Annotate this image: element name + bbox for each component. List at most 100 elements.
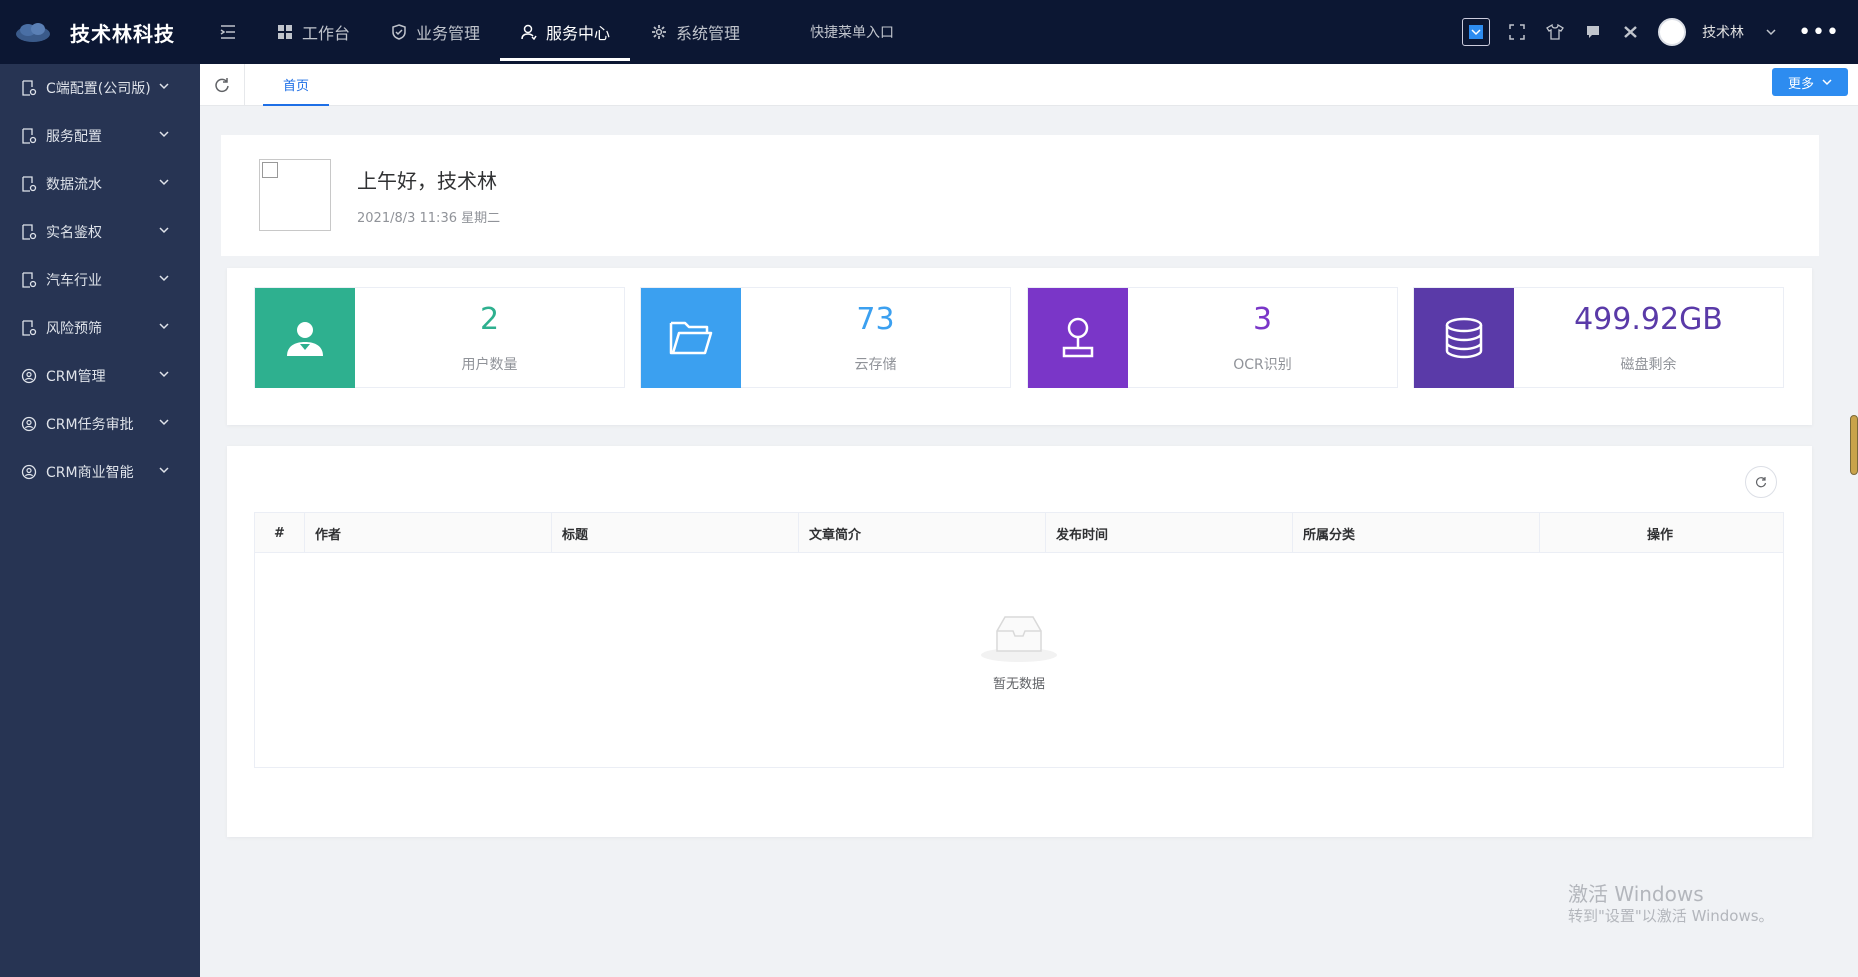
- cloud-logo-icon: [16, 23, 50, 42]
- tools-icon[interactable]: [1620, 21, 1642, 43]
- sidebar-item-label: 实名鉴权: [46, 225, 102, 241]
- theme-shirt-icon[interactable]: [1544, 21, 1566, 43]
- sidebar-item-risk-screening[interactable]: 风险预筛: [0, 304, 200, 352]
- topnav-label: 工作台: [302, 24, 351, 43]
- scrollbar-thumb[interactable]: [1850, 415, 1858, 475]
- more-button-label: 更多: [1787, 76, 1814, 92]
- welcome-card: 上午好，技术林 2021/8/3 11:36 星期二: [221, 135, 1819, 256]
- refresh-icon[interactable]: [200, 63, 245, 106]
- stats-card: 2 用户数量 73 云存储 3 OCR识别 499.92GB 磁盘剩余: [227, 268, 1812, 425]
- column-header-category[interactable]: 所属分类: [1293, 513, 1540, 553]
- empty-text: 暂无数据: [992, 677, 1045, 692]
- avatar[interactable]: [1658, 18, 1687, 46]
- user-service-icon: [520, 23, 538, 41]
- topnav-system[interactable]: 系统管理: [630, 0, 760, 64]
- table-card: # 作者 标题 文章简介 发布时间 所属分类 操作 暂无数据: [227, 446, 1812, 837]
- chevron-down-icon[interactable]: [1760, 21, 1782, 43]
- stat-label: 用户数量: [461, 357, 518, 373]
- stat-label: 云存储: [854, 357, 897, 373]
- sidebar-item-data-flow[interactable]: 数据流水: [0, 160, 200, 208]
- topnav-service-center[interactable]: 服务中心: [500, 0, 631, 64]
- sidebar: C端配置(公司版) 服务配置 数据流水 实名鉴权 汽车行业 风险预筛 CRM管理…: [0, 64, 200, 977]
- windows-activation-hint: 转到"设置"以激活 Windows。: [1568, 907, 1774, 925]
- database-icon: [1414, 288, 1514, 388]
- sidebar-item-crm-bi[interactable]: CRM商业智能: [0, 448, 200, 496]
- joystick-icon: [1028, 288, 1128, 388]
- column-header-actions[interactable]: 操作: [1540, 513, 1780, 553]
- brand[interactable]: 技术林科技: [0, 0, 200, 64]
- crm-icon: [20, 367, 38, 385]
- column-header-author[interactable]: 作者: [305, 513, 552, 553]
- more-button[interactable]: 更多: [1772, 68, 1848, 96]
- column-header-summary[interactable]: 文章简介: [799, 513, 1046, 553]
- app-title: 技术林科技: [70, 21, 175, 46]
- document-gear-icon: [20, 271, 38, 289]
- top-nav: 工作台 业务管理 服务中心 系统管理: [256, 0, 760, 64]
- stat-label: 磁盘剩余: [1620, 357, 1677, 373]
- column-header-title[interactable]: 标题: [552, 513, 799, 553]
- gear-icon: [650, 23, 668, 41]
- broken-image: [259, 159, 331, 231]
- crm-icon: [20, 415, 38, 433]
- sidebar-item-label: C端配置(公司版): [46, 81, 151, 97]
- datetime: 2021/8/3 11:36 星期二: [357, 211, 501, 226]
- chevron-down-icon: [159, 179, 169, 186]
- sidebar-item-real-name-auth[interactable]: 实名鉴权: [0, 208, 200, 256]
- chevron-down-icon: [159, 83, 169, 90]
- stat-cloud-storage[interactable]: 73 云存储: [640, 287, 1011, 388]
- user-icon: [255, 288, 355, 388]
- chevron-down-icon: [159, 275, 169, 282]
- topnav-label: 系统管理: [676, 24, 741, 43]
- sidebar-item-label: 服务配置: [46, 129, 102, 145]
- sidebar-item-auto-industry[interactable]: 汽车行业: [0, 256, 200, 304]
- message-icon[interactable]: [1582, 21, 1604, 43]
- dropdown-box-icon[interactable]: [1462, 18, 1491, 46]
- sidebar-item-service-config[interactable]: 服务配置: [0, 112, 200, 160]
- sidebar-item-c-config[interactable]: C端配置(公司版): [0, 64, 200, 112]
- sidebar-item-crm-manage[interactable]: CRM管理: [0, 352, 200, 400]
- dashboard-icon: [276, 23, 294, 41]
- chevron-down-icon: [159, 371, 169, 378]
- document-gear-icon: [20, 79, 38, 97]
- user-name[interactable]: 技术林: [1702, 22, 1744, 42]
- tab-home[interactable]: 首页: [263, 64, 330, 106]
- windows-activation-title: 激活 Windows: [1568, 882, 1704, 906]
- chevron-down-icon: [159, 419, 169, 426]
- topnav-workbench[interactable]: 工作台: [256, 0, 370, 64]
- chevron-down-icon: [159, 323, 169, 330]
- empty-inbox-icon: [981, 616, 1057, 662]
- stat-disk-free[interactable]: 499.92GB 磁盘剩余: [1413, 287, 1784, 388]
- topnav-label: 服务中心: [546, 24, 611, 43]
- fullscreen-icon[interactable]: [1506, 21, 1528, 43]
- menu-collapse-icon[interactable]: [200, 0, 256, 64]
- table-header: # 作者 标题 文章简介 发布时间 所属分类 操作: [255, 513, 1783, 553]
- topnav-business[interactable]: 业务管理: [370, 0, 500, 64]
- document-gear-icon: [20, 223, 38, 241]
- column-header-publish-time[interactable]: 发布时间: [1046, 513, 1293, 553]
- chevron-down-icon: [1822, 79, 1832, 86]
- column-header-index[interactable]: #: [255, 513, 305, 553]
- crm-icon: [20, 463, 38, 481]
- sidebar-item-label: CRM管理: [46, 369, 106, 385]
- stat-users[interactable]: 2 用户数量: [254, 287, 625, 388]
- stat-value: 3: [1252, 302, 1273, 337]
- document-gear-icon: [20, 127, 38, 145]
- top-right-tools: 技术林 •••: [1462, 0, 1840, 64]
- quick-menu-entry[interactable]: 快捷菜单入口: [810, 22, 894, 42]
- sidebar-item-crm-task-approval[interactable]: CRM任务审批: [0, 400, 200, 448]
- stat-value: 499.92GB: [1574, 302, 1723, 337]
- folder-icon: [641, 288, 741, 388]
- broken-image-icon: [262, 162, 278, 178]
- chevron-down-icon: [159, 467, 169, 474]
- top-bar: 技术林科技 工作台 业务管理 服务中心 系统管理 快捷菜单入口 技术林 •••: [0, 0, 1858, 64]
- more-dots-icon[interactable]: •••: [1798, 20, 1840, 45]
- chevron-down-icon: [159, 131, 169, 138]
- stat-ocr[interactable]: 3 OCR识别: [1027, 287, 1398, 388]
- table-refresh-icon[interactable]: [1745, 466, 1777, 498]
- tabs-bar: 首页 更多: [200, 63, 1858, 106]
- stat-label: OCR识别: [1233, 357, 1292, 373]
- sidebar-item-label: 汽车行业: [46, 273, 102, 289]
- greeting: 上午好，技术林: [357, 169, 497, 193]
- topnav-label: 业务管理: [416, 24, 481, 43]
- document-gear-icon: [20, 175, 38, 193]
